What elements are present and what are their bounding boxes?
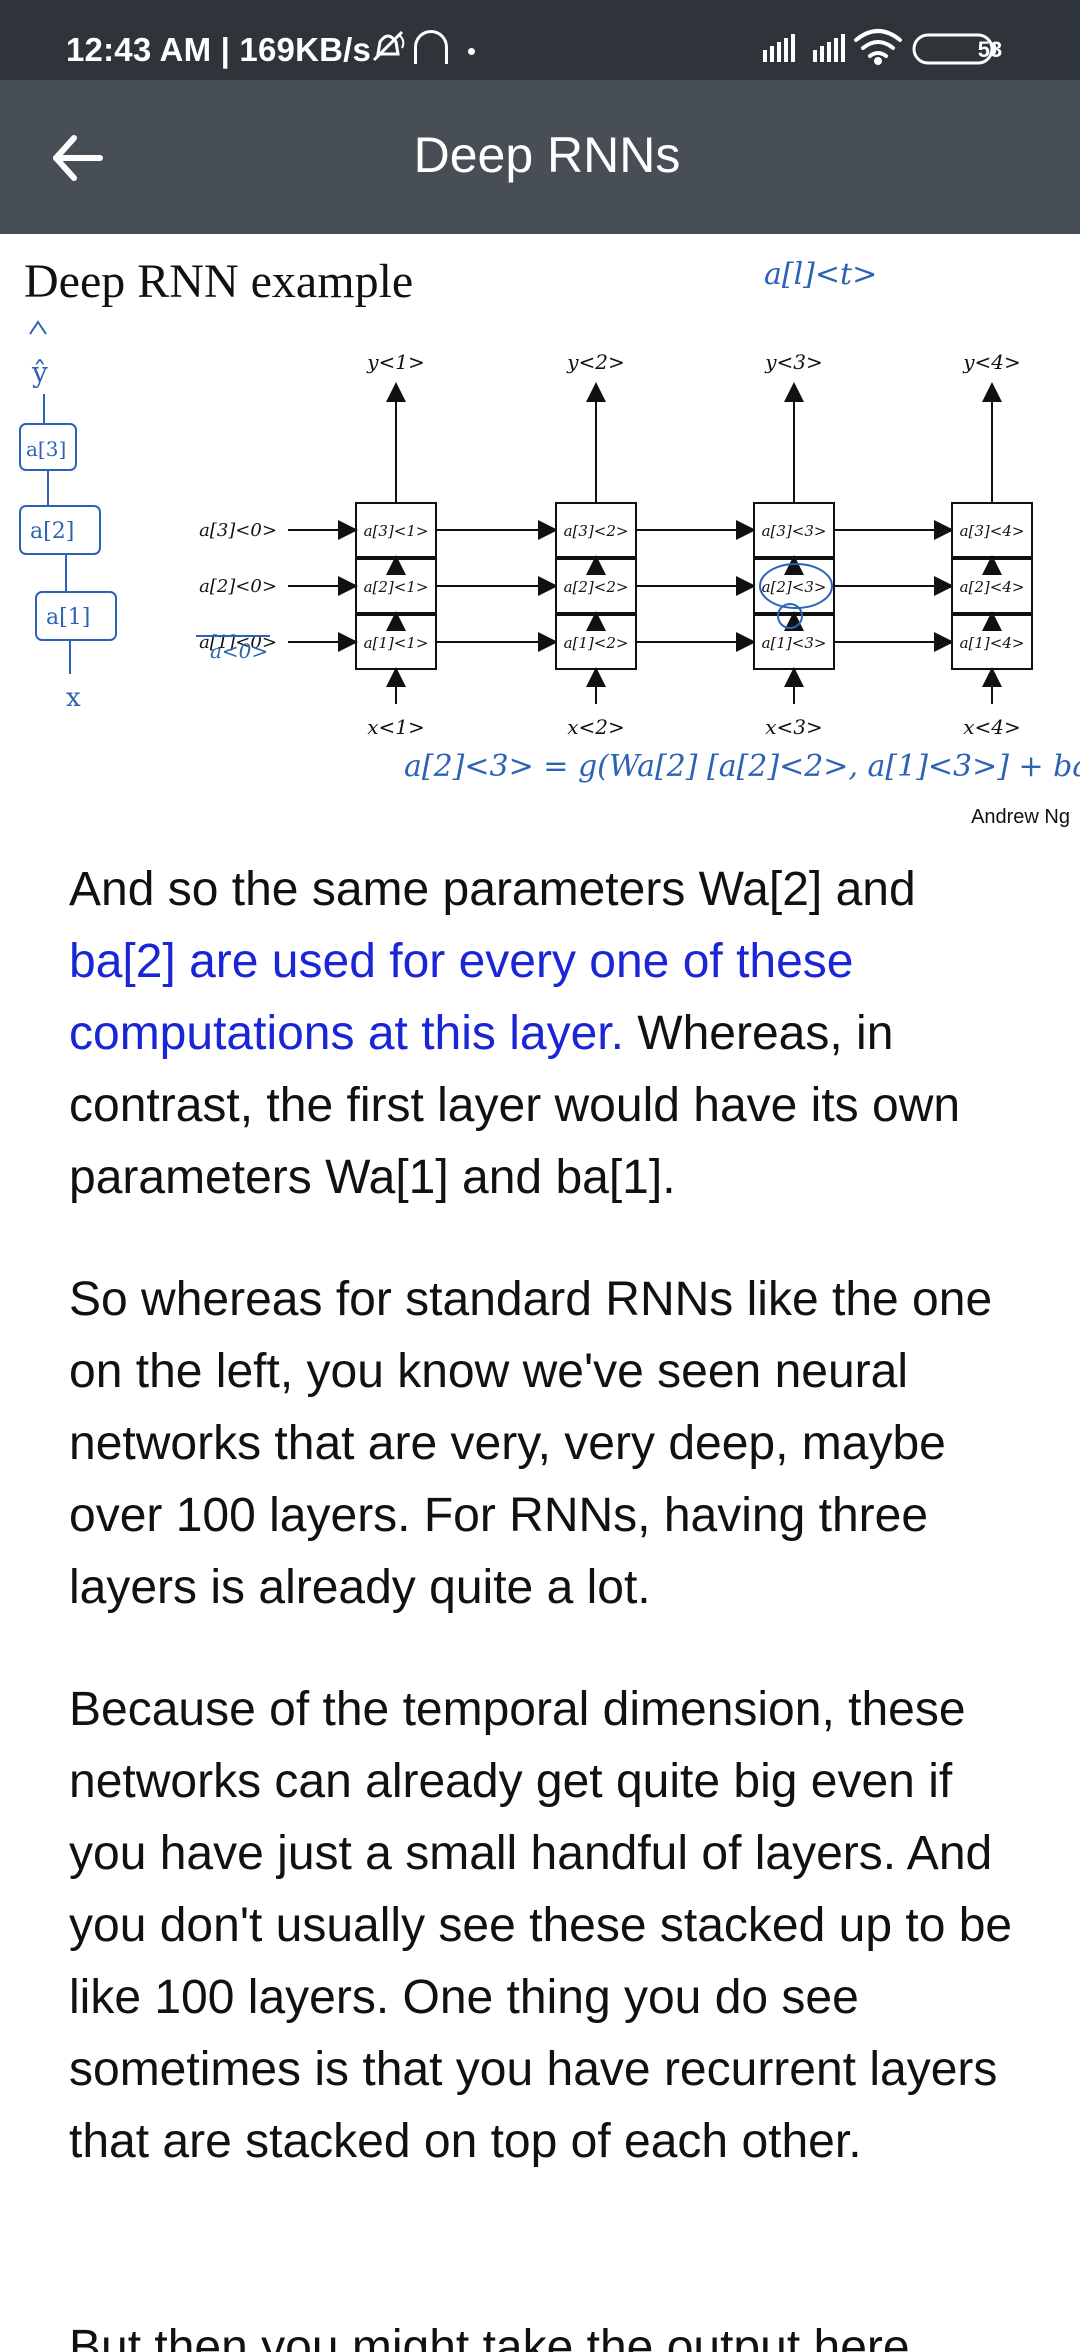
transcript-paragraph[interactable]: So whereas for standard RNNs like the on… [69, 1264, 1029, 1624]
battery-level: 53 [977, 37, 1003, 62]
handwritten-a3: a[3] [26, 437, 66, 461]
rnn-cell-label: a[1]<2> [564, 634, 629, 652]
input-label: x<3> [765, 715, 823, 739]
rnn-cell-label: a[3]<3> [762, 522, 827, 540]
paragraph-text-cut: But then you might take the output here [69, 2321, 910, 2352]
input-label: x<2> [567, 715, 625, 739]
handwritten-a1: a[1] [46, 605, 90, 630]
rnn-cell-label: a[2]<3> [762, 578, 827, 596]
output-label: y<2> [566, 350, 625, 374]
initial-activation-label: a[3]<0> [199, 520, 277, 541]
rnn-cell-label: a[2]<2> [564, 578, 629, 596]
handwritten-equation: a[2]<3> = g(Wa[2] [a[2]<2>, a[1]<3>] + b… [404, 749, 1080, 784]
slide-image: Deep RNN example a[3]<1> a[3]<2> a[3]<3> a[… [0, 234, 1080, 834]
rnn-cell-label: a[2]<1> [364, 578, 429, 596]
paragraph-text: And so the same parameters Wa[2] and [69, 863, 916, 916]
rnn-cell-label: a[1]<3> [762, 634, 827, 652]
transcript-paragraph-partial[interactable]: But then you might take the output here [69, 2312, 969, 2352]
rnn-cell-label: a[3]<4> [960, 522, 1025, 540]
rnn-cell-label: a[1]<1> [364, 634, 429, 652]
wifi-icon [854, 29, 902, 65]
output-label: y<1> [366, 350, 425, 374]
output-label: y<3> [764, 350, 823, 374]
handwritten-x: x [66, 683, 81, 713]
dot-icon [468, 48, 475, 55]
rnn-cell-label: a[3]<2> [564, 522, 629, 540]
status-bar: 12:43 AM | 169KB/s 53 [0, 0, 1080, 80]
rnn-cell-label: a[3]<1> [364, 522, 429, 540]
rnn-cell-label: a[1]<4> [960, 634, 1025, 652]
output-label: y<4> [962, 350, 1021, 374]
handwritten-a0: a<0> [210, 639, 268, 663]
input-label: x<1> [367, 715, 425, 739]
silent-bell-icon [372, 30, 405, 62]
slide-credit: Andrew Ng [971, 806, 1070, 828]
transcript-paragraph[interactable]: And so the same parameters Wa[2] and ba[… [69, 854, 1029, 1214]
input-label: x<4> [963, 715, 1021, 739]
initial-activation-label: a[2]<0> [199, 576, 277, 597]
signal-icon-2 [813, 34, 845, 62]
handwritten-top: a[l]<t> [764, 257, 877, 292]
app-bar: Deep RNNs [0, 80, 1080, 234]
handwritten-a2: a[2] [30, 519, 74, 544]
handwritten-y-hat: ŷ [31, 356, 48, 389]
deep-rnn-diagram: a[3]<1> a[3]<2> a[3]<3> a[3]<4> a[3]<0> a[2]<… [19, 257, 1080, 784]
page-title: Deep RNNs [413, 127, 681, 183]
headphone-icon [414, 30, 448, 64]
signal-icon [763, 34, 795, 62]
transcript-content: And so the same parameters Wa[2] and ba[… [69, 854, 1029, 2228]
transcript-paragraph[interactable]: Because of the temporal dimension, these… [69, 1674, 1029, 2178]
rnn-cell-label: a[2]<4> [960, 578, 1025, 596]
status-time: 12:43 AM | 169KB/s [66, 31, 372, 68]
